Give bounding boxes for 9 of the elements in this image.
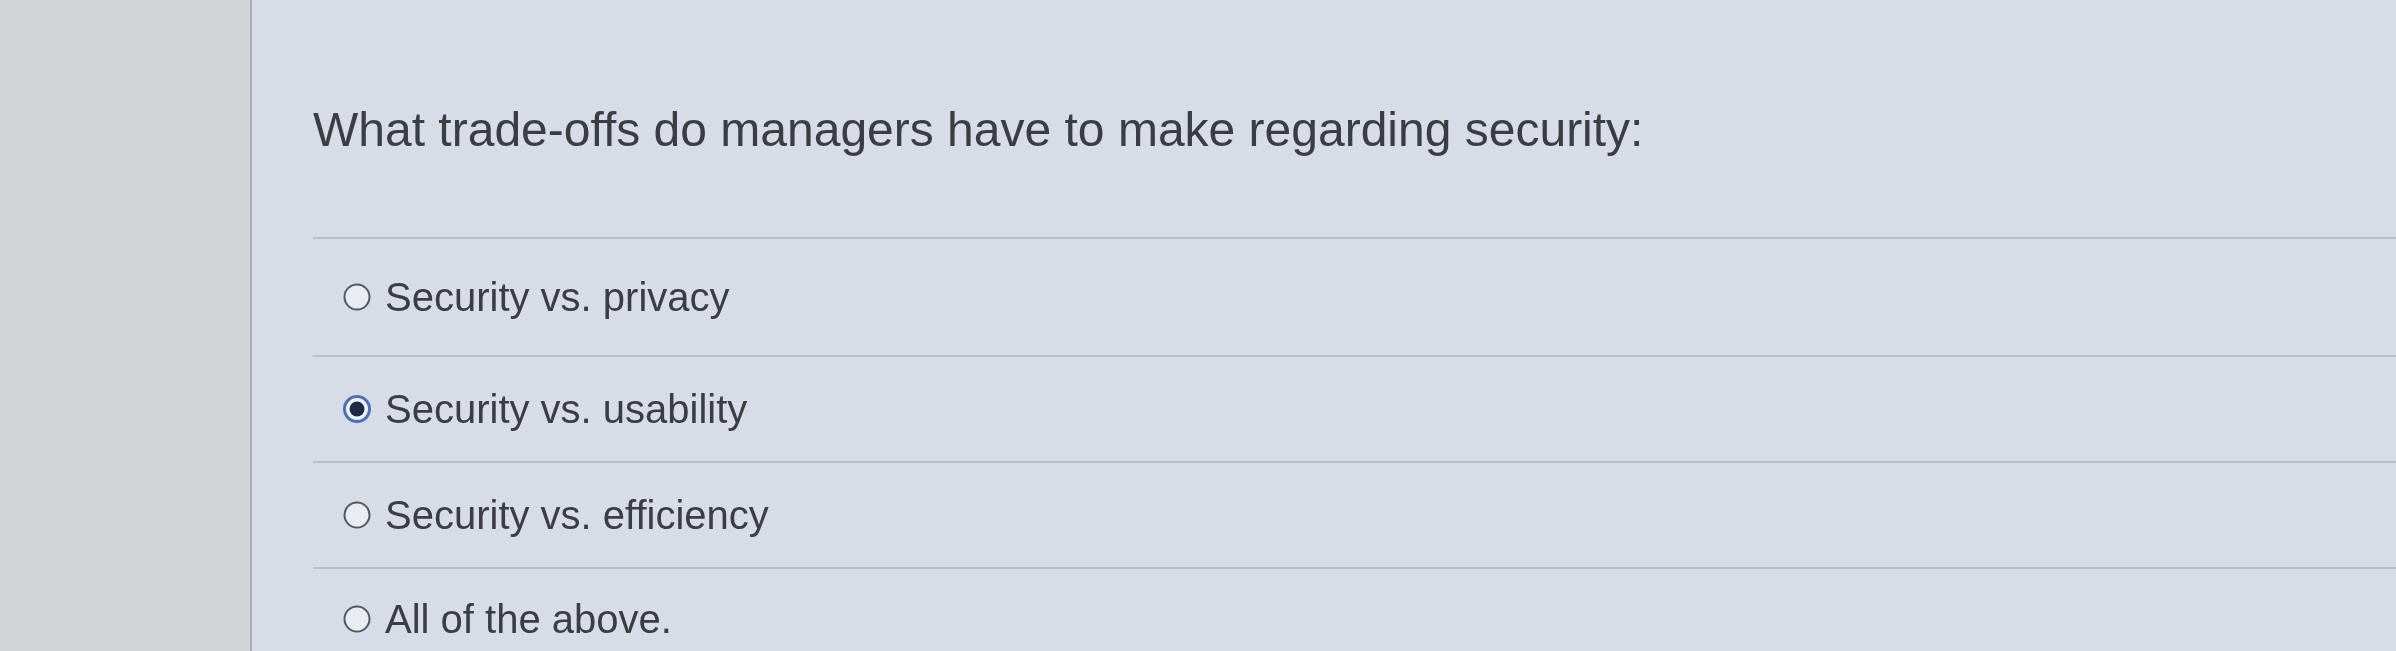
radio-button-icon[interactable] <box>343 605 371 633</box>
option-label[interactable]: Security vs. usability <box>385 385 748 433</box>
radio-button-icon[interactable] <box>343 283 371 311</box>
question-text: What trade-offs do managers have to make regarding security: <box>313 102 1644 158</box>
option-label[interactable]: All of the above. <box>385 595 672 643</box>
radio-selected-icon[interactable] <box>343 395 371 423</box>
radio-button-icon[interactable] <box>343 501 371 529</box>
option-label[interactable]: Security vs. efficiency <box>385 491 769 539</box>
option-label[interactable]: Security vs. privacy <box>385 273 730 321</box>
